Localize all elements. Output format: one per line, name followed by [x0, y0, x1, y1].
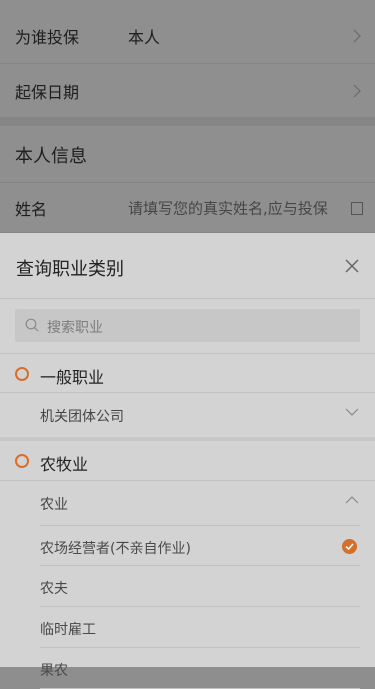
start-date-label: 起保日期	[15, 82, 80, 102]
occupation-sheet: 查询职业类别 搜索职业 一般职业 机关团体公司 农牧业 农业 农场经营者(不亲自…	[0, 233, 375, 689]
name-row[interactable]: 姓名 请填写您的真实姓名,应与投保	[0, 182, 375, 233]
sheet-title: 查询职业类别	[16, 259, 124, 280]
subcategory-government[interactable]: 机关团体公司	[0, 393, 375, 437]
occupation-name: 临时雇工	[40, 622, 96, 638]
subcategory-name: 机关团体公司	[40, 409, 124, 425]
category-name: 一般职业	[40, 368, 105, 387]
search-input[interactable]: 搜索职业	[15, 309, 360, 342]
search-icon	[25, 318, 39, 332]
occupation-item[interactable]: 果农	[40, 648, 360, 689]
occupation-item[interactable]: 临时雇工	[40, 607, 360, 648]
insured-person-row[interactable]: 为谁投保 本人	[0, 8, 375, 64]
occupation-name: 农夫	[40, 581, 68, 597]
search-placeholder: 搜索职业	[47, 320, 103, 336]
chevron-right-icon	[353, 84, 361, 97]
check-circle-icon	[342, 539, 357, 554]
subcategory-name: 农业	[40, 497, 68, 513]
category-radio-icon	[15, 367, 29, 381]
occupation-item[interactable]: 农场经营者(不亲自作业)	[40, 525, 360, 566]
chevron-up-icon	[345, 496, 359, 504]
section-divider	[0, 118, 375, 126]
id-card-icon[interactable]	[351, 202, 363, 215]
occupation-name: 农场经营者(不亲自作业)	[40, 541, 191, 557]
occupation-name: 果农	[40, 663, 68, 679]
sheet-header: 查询职业类别	[0, 233, 375, 299]
chevron-right-icon	[353, 29, 361, 42]
close-icon[interactable]	[345, 259, 359, 273]
insured-person-value: 本人	[128, 27, 161, 47]
insured-person-label: 为谁投保	[15, 27, 80, 47]
start-date-row[interactable]: 起保日期	[0, 64, 375, 118]
section-title: 本人信息	[15, 146, 87, 167]
category-agriculture[interactable]: 农牧业	[0, 441, 375, 481]
subcategory-farming[interactable]: 农业	[0, 481, 375, 525]
occupation-item[interactable]: 农夫	[40, 566, 360, 607]
category-name: 农牧业	[40, 455, 89, 474]
category-radio-icon	[15, 454, 29, 468]
name-input[interactable]: 请填写您的真实姓名,应与投保	[128, 197, 328, 218]
name-label: 姓名	[15, 199, 48, 219]
category-general[interactable]: 一般职业	[0, 353, 375, 393]
chevron-down-icon	[345, 408, 359, 416]
